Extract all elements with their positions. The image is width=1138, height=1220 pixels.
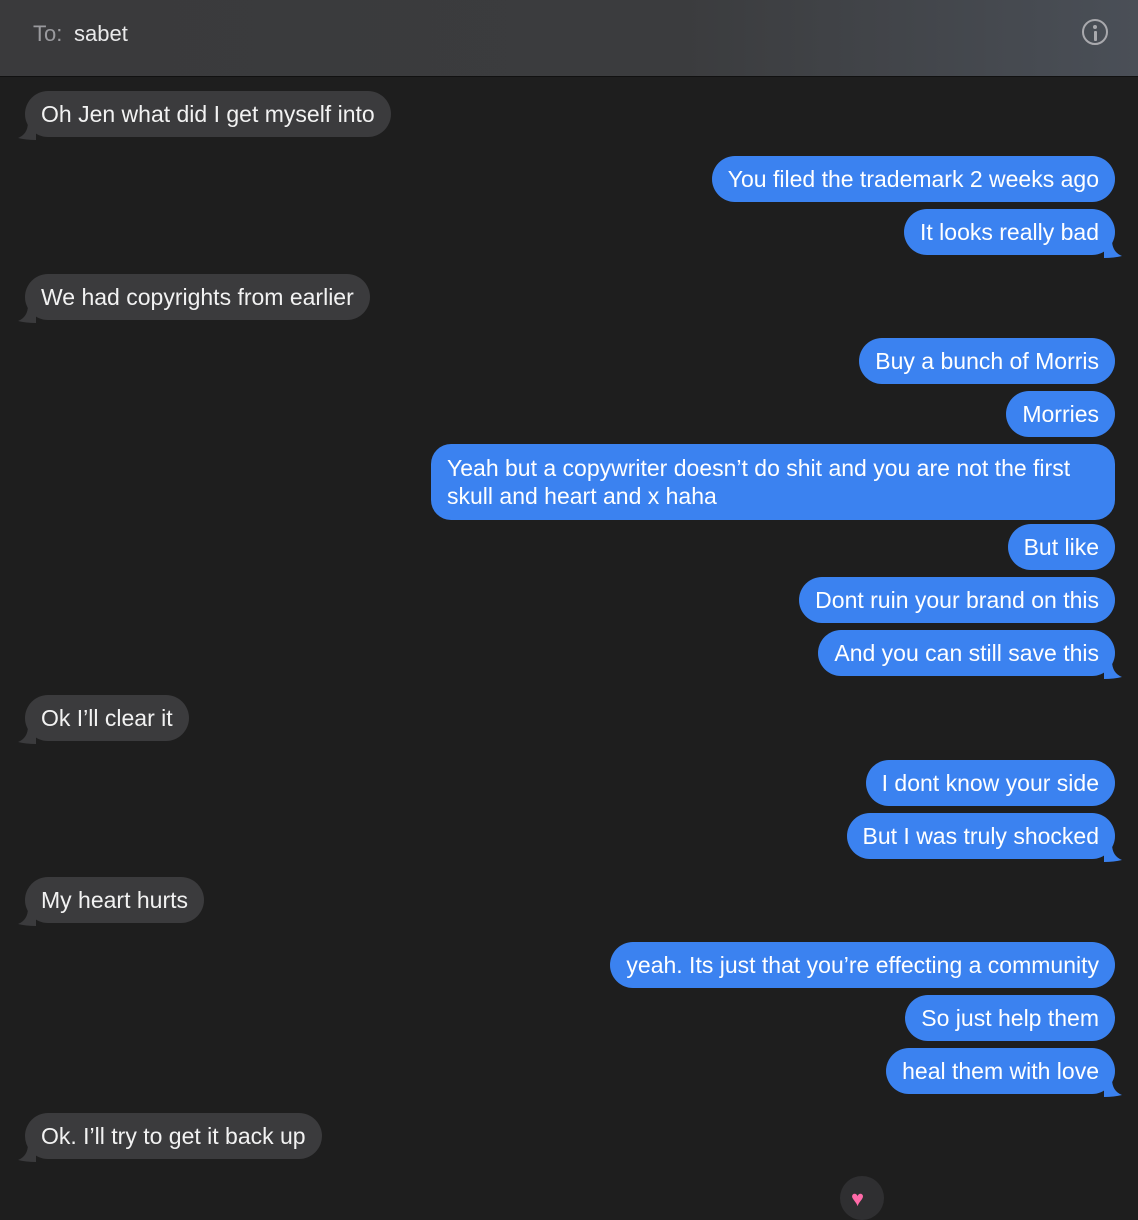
incoming-bubble-tail: [18, 305, 36, 323]
outgoing-message[interactable]: And you can still save this: [818, 630, 1115, 676]
outgoing-message[interactable]: But I was truly shocked: [846, 813, 1115, 859]
incoming-message[interactable]: Ok. I’ll try to get it back up: [25, 1113, 322, 1159]
incoming-message[interactable]: We had copyrights from earlier: [25, 274, 370, 320]
outgoing-message[interactable]: Yeah but a copywriter doesn’t do shit an…: [431, 444, 1115, 520]
outgoing-message[interactable]: Morries: [1006, 391, 1115, 437]
recipient-name[interactable]: sabet: [74, 21, 128, 47]
heart-icon: ♥: [851, 1186, 865, 1211]
outgoing-bubble-tail: [1104, 1079, 1122, 1097]
incoming-message[interactable]: My heart hurts: [25, 877, 204, 923]
outgoing-message[interactable]: Dont ruin your brand on this: [799, 577, 1115, 623]
tapback-reaction[interactable]: ♥: [840, 1176, 884, 1220]
outgoing-message[interactable]: I dont know your side: [865, 760, 1115, 806]
outgoing-message[interactable]: yeah. Its just that you’re effecting a c…: [610, 942, 1115, 988]
incoming-message[interactable]: Oh Jen what did I get myself into: [25, 91, 391, 137]
to-label: To:: [33, 21, 63, 46]
info-icon-bar: [1093, 31, 1097, 41]
outgoing-message[interactable]: It looks really bad: [904, 209, 1115, 255]
incoming-bubble-tail: [18, 122, 36, 140]
incoming-bubble-tail: [18, 1144, 36, 1162]
message-list[interactable]: Oh Jen what did I get myself into You fi…: [0, 78, 1138, 1200]
incoming-bubble-tail: [18, 908, 36, 926]
outgoing-message[interactable]: Buy a bunch of Morris: [859, 338, 1115, 384]
incoming-bubble-tail: [18, 726, 36, 744]
outgoing-message[interactable]: So just help them: [905, 995, 1115, 1041]
info-icon[interactable]: [1082, 19, 1108, 45]
outgoing-bubble-tail: [1104, 844, 1122, 862]
incoming-message[interactable]: Ok I’ll clear it: [25, 695, 189, 741]
outgoing-message[interactable]: heal them with love: [886, 1048, 1115, 1094]
outgoing-message[interactable]: But like: [1007, 524, 1115, 570]
outgoing-message[interactable]: You filed the trademark 2 weeks ago: [711, 156, 1115, 202]
outgoing-bubble-tail: [1104, 240, 1122, 258]
outgoing-bubble-tail: [1104, 661, 1122, 679]
conversation-header: To: sabet: [0, 0, 1138, 77]
info-icon-dot: [1093, 25, 1097, 29]
